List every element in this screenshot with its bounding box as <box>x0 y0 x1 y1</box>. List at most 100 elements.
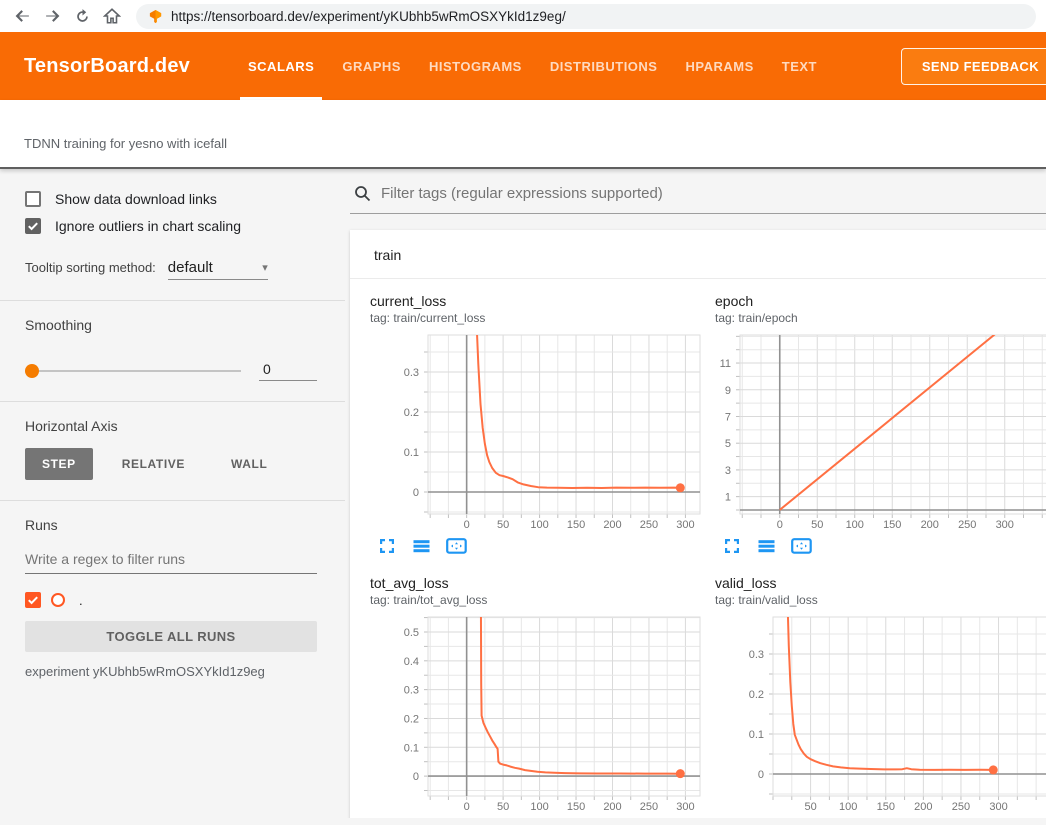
svg-text:0.2: 0.2 <box>749 689 764 701</box>
svg-text:250: 250 <box>640 801 658 813</box>
tooltip-sorting-label: Tooltip sorting method: <box>25 260 156 275</box>
chart-plot-tot_avg_loss[interactable]: 05010015020025030000.10.20.30.40.5 <box>360 611 705 815</box>
tab-text[interactable]: TEXT <box>768 32 831 100</box>
runs-selector-icon[interactable] <box>757 537 777 557</box>
chart-plot-epoch[interactable]: 0501001502002503001357911 <box>705 329 1046 533</box>
chart-valid_loss: valid_loss tag: train/valid_loss 50 100 150 2… <box>705 575 1046 818</box>
axis-step-button[interactable]: STEP <box>25 448 93 480</box>
section-header-train[interactable]: train <box>350 230 1046 279</box>
tooltip-sorting-dropdown[interactable]: default ▾ <box>168 259 268 280</box>
slider-track <box>25 370 241 372</box>
fit-domain-icon[interactable] <box>446 537 466 557</box>
expand-chart-icon[interactable] <box>723 537 743 557</box>
svg-text:0.5: 0.5 <box>404 627 419 639</box>
checkmark-icon <box>27 220 39 232</box>
smoothing-value[interactable]: 0 <box>259 361 317 381</box>
svg-text:300: 300 <box>989 801 1007 813</box>
axis-relative-button[interactable]: RELATIVE <box>105 448 202 480</box>
back-icon[interactable] <box>10 4 34 28</box>
chart-tot_avg_loss: tot_avg_losstag: train/tot_avg_loss05010… <box>360 575 705 818</box>
tensorboard-favicon <box>148 9 163 24</box>
ignore-outliers-checkbox[interactable] <box>25 218 41 234</box>
smoothing-slider[interactable] <box>25 364 241 378</box>
run-checkbox[interactable] <box>25 592 41 608</box>
slider-thumb[interactable] <box>25 364 39 378</box>
search-icon <box>354 185 371 202</box>
address-bar[interactable]: https://tensorboard.dev/experiment/yKUbh… <box>136 4 1036 29</box>
svg-text:50: 50 <box>804 801 816 813</box>
top-nav: SCALARS GRAPHS HISTOGRAMS DISTRIBUTIONS … <box>234 32 831 100</box>
general-settings-section: Show data download links Ignore outliers… <box>0 175 345 300</box>
svg-text:250: 250 <box>640 519 658 531</box>
svg-text:0: 0 <box>413 487 419 499</box>
chart-plot-current_loss[interactable]: 05010015020025030000.10.20.3 <box>360 329 705 533</box>
settings-sidebar: Show data download links Ignore outliers… <box>0 169 345 818</box>
chart-tag: tag: train/valid_loss <box>715 593 1046 607</box>
fit-domain-icon[interactable] <box>791 537 811 557</box>
smoothing-label: Smoothing <box>25 317 317 333</box>
smoothing-section: Smoothing 0 <box>0 300 345 401</box>
runs-selector-icon[interactable] <box>412 537 432 557</box>
horizontal-axis-section: Horizontal Axis STEP RELATIVE WALL <box>0 401 345 500</box>
app-logo[interactable]: TensorBoard.dev <box>24 55 190 78</box>
tab-graphs[interactable]: GRAPHS <box>328 32 415 100</box>
svg-text:50: 50 <box>811 519 823 531</box>
expand-chart-icon[interactable] <box>378 537 398 557</box>
svg-text:0.2: 0.2 <box>404 407 419 419</box>
svg-text:250: 250 <box>952 801 970 813</box>
tab-hparams[interactable]: HPARAMS <box>671 32 767 100</box>
svg-text:0.1: 0.1 <box>749 729 764 741</box>
runs-filter-input[interactable] <box>25 547 317 574</box>
chart-tag: tag: train/tot_avg_loss <box>370 593 705 607</box>
chart-tag: tag: train/epoch <box>715 311 1046 325</box>
svg-text:100: 100 <box>839 801 857 813</box>
charts-grid: current_loss tag: train/current_loss 0 50 10… <box>350 279 1046 818</box>
svg-text:7: 7 <box>725 411 731 423</box>
chart-title: tot_avg_loss <box>370 575 705 591</box>
axis-wall-button[interactable]: WALL <box>214 448 284 480</box>
home-icon[interactable] <box>100 4 124 28</box>
svg-text:150: 150 <box>883 519 901 531</box>
tab-distributions[interactable]: DISTRIBUTIONS <box>536 32 672 100</box>
svg-text:300: 300 <box>996 519 1014 531</box>
chart-title: valid_loss <box>715 575 1046 591</box>
svg-text:150: 150 <box>567 519 585 531</box>
filter-tags-input[interactable] <box>381 185 1046 202</box>
main-panel: train current_loss tag: train/current_los… <box>345 169 1046 818</box>
chart-tag: tag: train/current_loss <box>370 311 705 325</box>
toggle-all-runs-button[interactable]: TOGGLE ALL RUNS <box>25 621 317 652</box>
run-row[interactable]: . <box>25 592 317 608</box>
chevron-down-icon: ▾ <box>262 261 268 274</box>
url-text: https://tensorboard.dev/experiment/yKUbh… <box>171 9 566 24</box>
runs-section: Runs . TOGGLE ALL RUNS experiment yKUbhb… <box>0 500 345 699</box>
tab-scalars[interactable]: SCALARS <box>234 32 328 100</box>
chart-title: current_loss <box>370 293 705 309</box>
svg-text:9: 9 <box>725 385 731 397</box>
show-download-row[interactable]: Show data download links <box>25 191 317 207</box>
svg-text:0.4: 0.4 <box>404 656 419 668</box>
svg-text:3: 3 <box>725 465 731 477</box>
show-download-checkbox[interactable] <box>25 191 41 207</box>
checkmark-icon <box>27 594 39 606</box>
show-download-label: Show data download links <box>55 191 217 207</box>
svg-text:250: 250 <box>958 519 976 531</box>
svg-text:50: 50 <box>497 519 509 531</box>
app-header: TensorBoard.dev SCALARS GRAPHS HISTOGRAM… <box>0 32 1046 100</box>
experiment-bar: TDNN training for yesno with icefall <box>0 100 1046 169</box>
tab-histograms[interactable]: HISTOGRAMS <box>415 32 536 100</box>
run-name: . <box>79 593 83 608</box>
tooltip-sorting-row: Tooltip sorting method: default ▾ <box>25 259 317 280</box>
svg-text:50: 50 <box>497 801 509 813</box>
chart-epoch: epochtag: train/epoch0501001502002503001… <box>705 293 1046 557</box>
run-color-swatch[interactable] <box>51 593 65 607</box>
svg-text:200: 200 <box>603 519 621 531</box>
forward-icon[interactable] <box>40 4 64 28</box>
svg-text:100: 100 <box>530 519 548 531</box>
chart-plot-valid_loss[interactable]: 5010015020025030000.10.20.3 <box>705 611 1046 815</box>
chart-actions <box>378 537 705 557</box>
svg-text:0.1: 0.1 <box>404 742 419 754</box>
send-feedback-button[interactable]: SEND FEEDBACK <box>901 48 1046 85</box>
svg-text:150: 150 <box>877 801 895 813</box>
ignore-outliers-row[interactable]: Ignore outliers in chart scaling <box>25 218 317 234</box>
reload-icon[interactable] <box>70 4 94 28</box>
